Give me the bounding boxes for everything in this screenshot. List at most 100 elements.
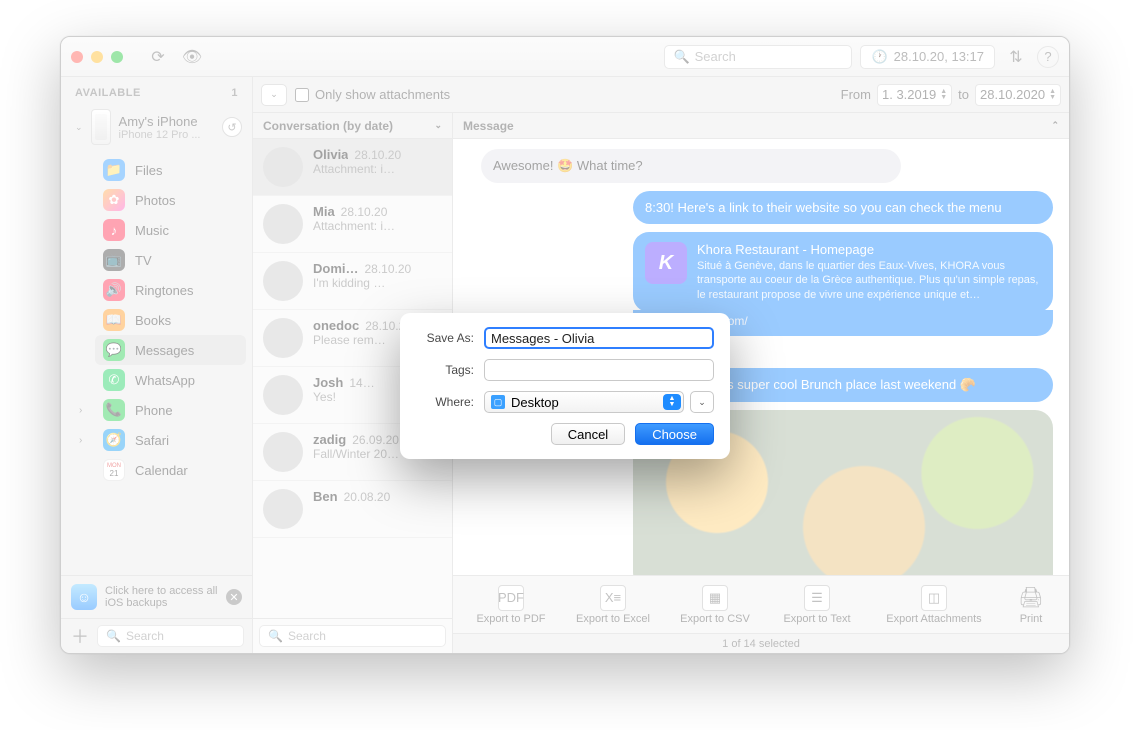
outgoing-message: 8:30! Here's a link to their website so … — [633, 191, 1053, 225]
view-options-dropdown[interactable]: ⌄ — [261, 84, 287, 106]
conversation-row[interactable]: Olivia28.10.20Attachment: i… — [253, 139, 452, 196]
sidebar-item-calendar[interactable]: MON21 Calendar — [95, 455, 246, 485]
conversation-name: Josh — [313, 375, 343, 390]
export-excel-button[interactable]: X≡Export to Excel — [573, 585, 653, 625]
conversation-row[interactable]: Domi…28.10.20I'm kidding … — [253, 253, 452, 310]
refresh-icon[interactable]: ⟳ — [145, 45, 171, 69]
conversation-name: Mia — [313, 204, 335, 219]
tags-label: Tags: — [416, 363, 474, 377]
link-preview-card[interactable]: K Khora Restaurant - Homepage Situé à Ge… — [633, 232, 1053, 312]
sidebar-item-whatsapp[interactable]: ✆WhatsApp — [95, 365, 246, 395]
help-icon[interactable]: ? — [1037, 46, 1059, 68]
conversation-search[interactable]: 🔍 Search — [259, 625, 446, 647]
add-source-button[interactable]: ＋ — [69, 625, 91, 647]
stepper-icon[interactable]: ▲▼ — [1045, 89, 1056, 101]
tv-icon: 📺 — [103, 249, 125, 271]
folder-icon: ▢ — [491, 395, 505, 409]
toolbar-datetime-value: 28.10.20, 13:17 — [894, 49, 984, 64]
sidebar-device-count: 1 — [231, 87, 238, 99]
conversation-row[interactable]: Mia28.10.20Attachment: i… — [253, 196, 452, 253]
where-select[interactable]: ▢ Desktop ▲▼ — [484, 391, 684, 413]
sidebar-item-ringtones[interactable]: 🔊Ringtones — [95, 275, 246, 305]
sidebar-item-books[interactable]: 📖Books — [95, 305, 246, 335]
cancel-button[interactable]: Cancel — [551, 423, 625, 445]
date-to-label: to — [958, 87, 969, 102]
selection-status: 1 of 14 selected — [722, 638, 800, 650]
device-name: Amy's iPhone — [119, 114, 214, 129]
photos-icon: ✿ — [103, 189, 125, 211]
sidebar-section-list: 📁Files ✿Photos ♪Music 📺TV 🔊Ringtones 📖Bo… — [61, 151, 252, 575]
finder-icon: ☺ — [71, 584, 97, 610]
sidebar-item-label: WhatsApp — [135, 373, 195, 388]
export-pdf-button[interactable]: PDFExport to PDF — [471, 585, 551, 625]
saveas-label: Save As: — [416, 331, 474, 345]
sidebar-item-label: Music — [135, 223, 169, 238]
backups-banner[interactable]: ☺ Click here to access all iOS backups ✕ — [61, 576, 252, 619]
status-bar: 1 of 14 selected — [453, 633, 1069, 653]
backups-banner-text: Click here to access all iOS backups — [105, 585, 218, 609]
sidebar-item-messages[interactable]: 💬Messages — [95, 335, 246, 365]
print-button[interactable]: 🖨Print — [1011, 585, 1051, 625]
calendar-icon: MON21 — [103, 459, 125, 481]
sidebar-item-label: Books — [135, 313, 171, 328]
text-icon: ☰ — [804, 585, 830, 611]
tags-input[interactable] — [484, 359, 714, 381]
conversation-date: 28.10.20 — [341, 205, 388, 219]
zoom-window-button[interactable] — [111, 51, 123, 63]
sidebar-item-music[interactable]: ♪Music — [95, 215, 246, 245]
attachments-only-toggle[interactable]: Only show attachments — [295, 87, 450, 102]
sidebar-search[interactable]: 🔍 Search — [97, 625, 244, 647]
avatar — [263, 204, 303, 244]
export-toolbar: PDFExport to PDF X≡Export to Excel ▦Expo… — [453, 575, 1069, 633]
conversation-header[interactable]: Conversation (by date) ⌄ — [253, 113, 452, 139]
export-text-button[interactable]: ☰ Export to Text — [777, 585, 857, 625]
export-csv-button[interactable]: ▦Export to CSV — [675, 585, 755, 625]
link-description: Situé à Genève, dans le quartier des Eau… — [697, 259, 1041, 302]
conversation-date: 28.10.20 — [354, 148, 401, 162]
date-to-field[interactable]: 28.10.2020 ▲▼ — [975, 84, 1061, 106]
sidebar: AVAILABLE 1 ⌄ Amy's iPhone iPhone 12 Pro… — [61, 77, 253, 653]
message-header[interactable]: Message ⌃ — [453, 113, 1069, 139]
link-thumbnail-icon: K — [645, 242, 687, 284]
sidebar-item-label: Calendar — [135, 463, 188, 478]
sidebar-item-safari[interactable]: ›🧭Safari — [95, 425, 246, 455]
pdf-icon: PDF — [498, 585, 524, 611]
toolbar-search[interactable]: 🔍 Search — [664, 45, 852, 69]
export-attachments-button[interactable]: ◫Export Attachments — [879, 585, 989, 625]
transfer-icon[interactable]: ⇅ — [1003, 45, 1029, 69]
chevron-up-icon: ⌃ — [1051, 120, 1059, 131]
device-model: iPhone 12 Pro ... — [119, 129, 214, 141]
sidebar-item-tv[interactable]: 📺TV — [95, 245, 246, 275]
sidebar-device[interactable]: ⌄ Amy's iPhone iPhone 12 Pro ... ↺ — [61, 103, 252, 151]
attachments-only-checkbox[interactable] — [295, 88, 309, 102]
ringtones-icon: 🔊 — [103, 279, 125, 301]
conversation-name: zadig — [313, 432, 346, 447]
stepper-icon[interactable]: ▲▼ — [936, 89, 947, 101]
toolbar-datetime-picker[interactable]: 🕐 28.10.20, 13:17 — [860, 45, 995, 69]
close-window-button[interactable] — [71, 51, 83, 63]
date-from-field[interactable]: 1. 3.2019 ▲▼ — [877, 84, 952, 106]
sidebar-item-photos[interactable]: ✿Photos — [95, 185, 246, 215]
sidebar-item-phone[interactable]: ›📞Phone — [95, 395, 246, 425]
avatar — [263, 261, 303, 301]
saveas-input[interactable] — [484, 327, 714, 349]
minimize-window-button[interactable] — [91, 51, 103, 63]
avatar — [263, 489, 303, 529]
sidebar-search-placeholder: Search — [126, 629, 164, 643]
message-header-label: Message — [463, 119, 514, 133]
preview-icon[interactable]: 👁 — [179, 45, 205, 69]
history-icon[interactable]: ↺ — [222, 117, 242, 137]
sidebar-item-label: Files — [135, 163, 162, 178]
conversation-name: Olivia — [313, 147, 348, 162]
choose-button[interactable]: Choose — [635, 423, 714, 445]
conversation-row[interactable]: Ben20.08.20 — [253, 481, 452, 538]
date-to-value: 28.10.2020 — [980, 87, 1045, 102]
conversation-name: onedoc — [313, 318, 359, 333]
export-label: Export to Excel — [576, 613, 650, 625]
expand-locations-button[interactable]: ⌄ — [690, 391, 714, 413]
filter-bar: ⌄ Only show attachments From 1. 3.2019 ▲… — [253, 77, 1069, 113]
export-label: Export to Text — [783, 613, 850, 625]
chevron-down-icon: ⌄ — [434, 120, 442, 131]
sidebar-item-files[interactable]: 📁Files — [95, 155, 246, 185]
close-icon[interactable]: ✕ — [226, 589, 242, 605]
